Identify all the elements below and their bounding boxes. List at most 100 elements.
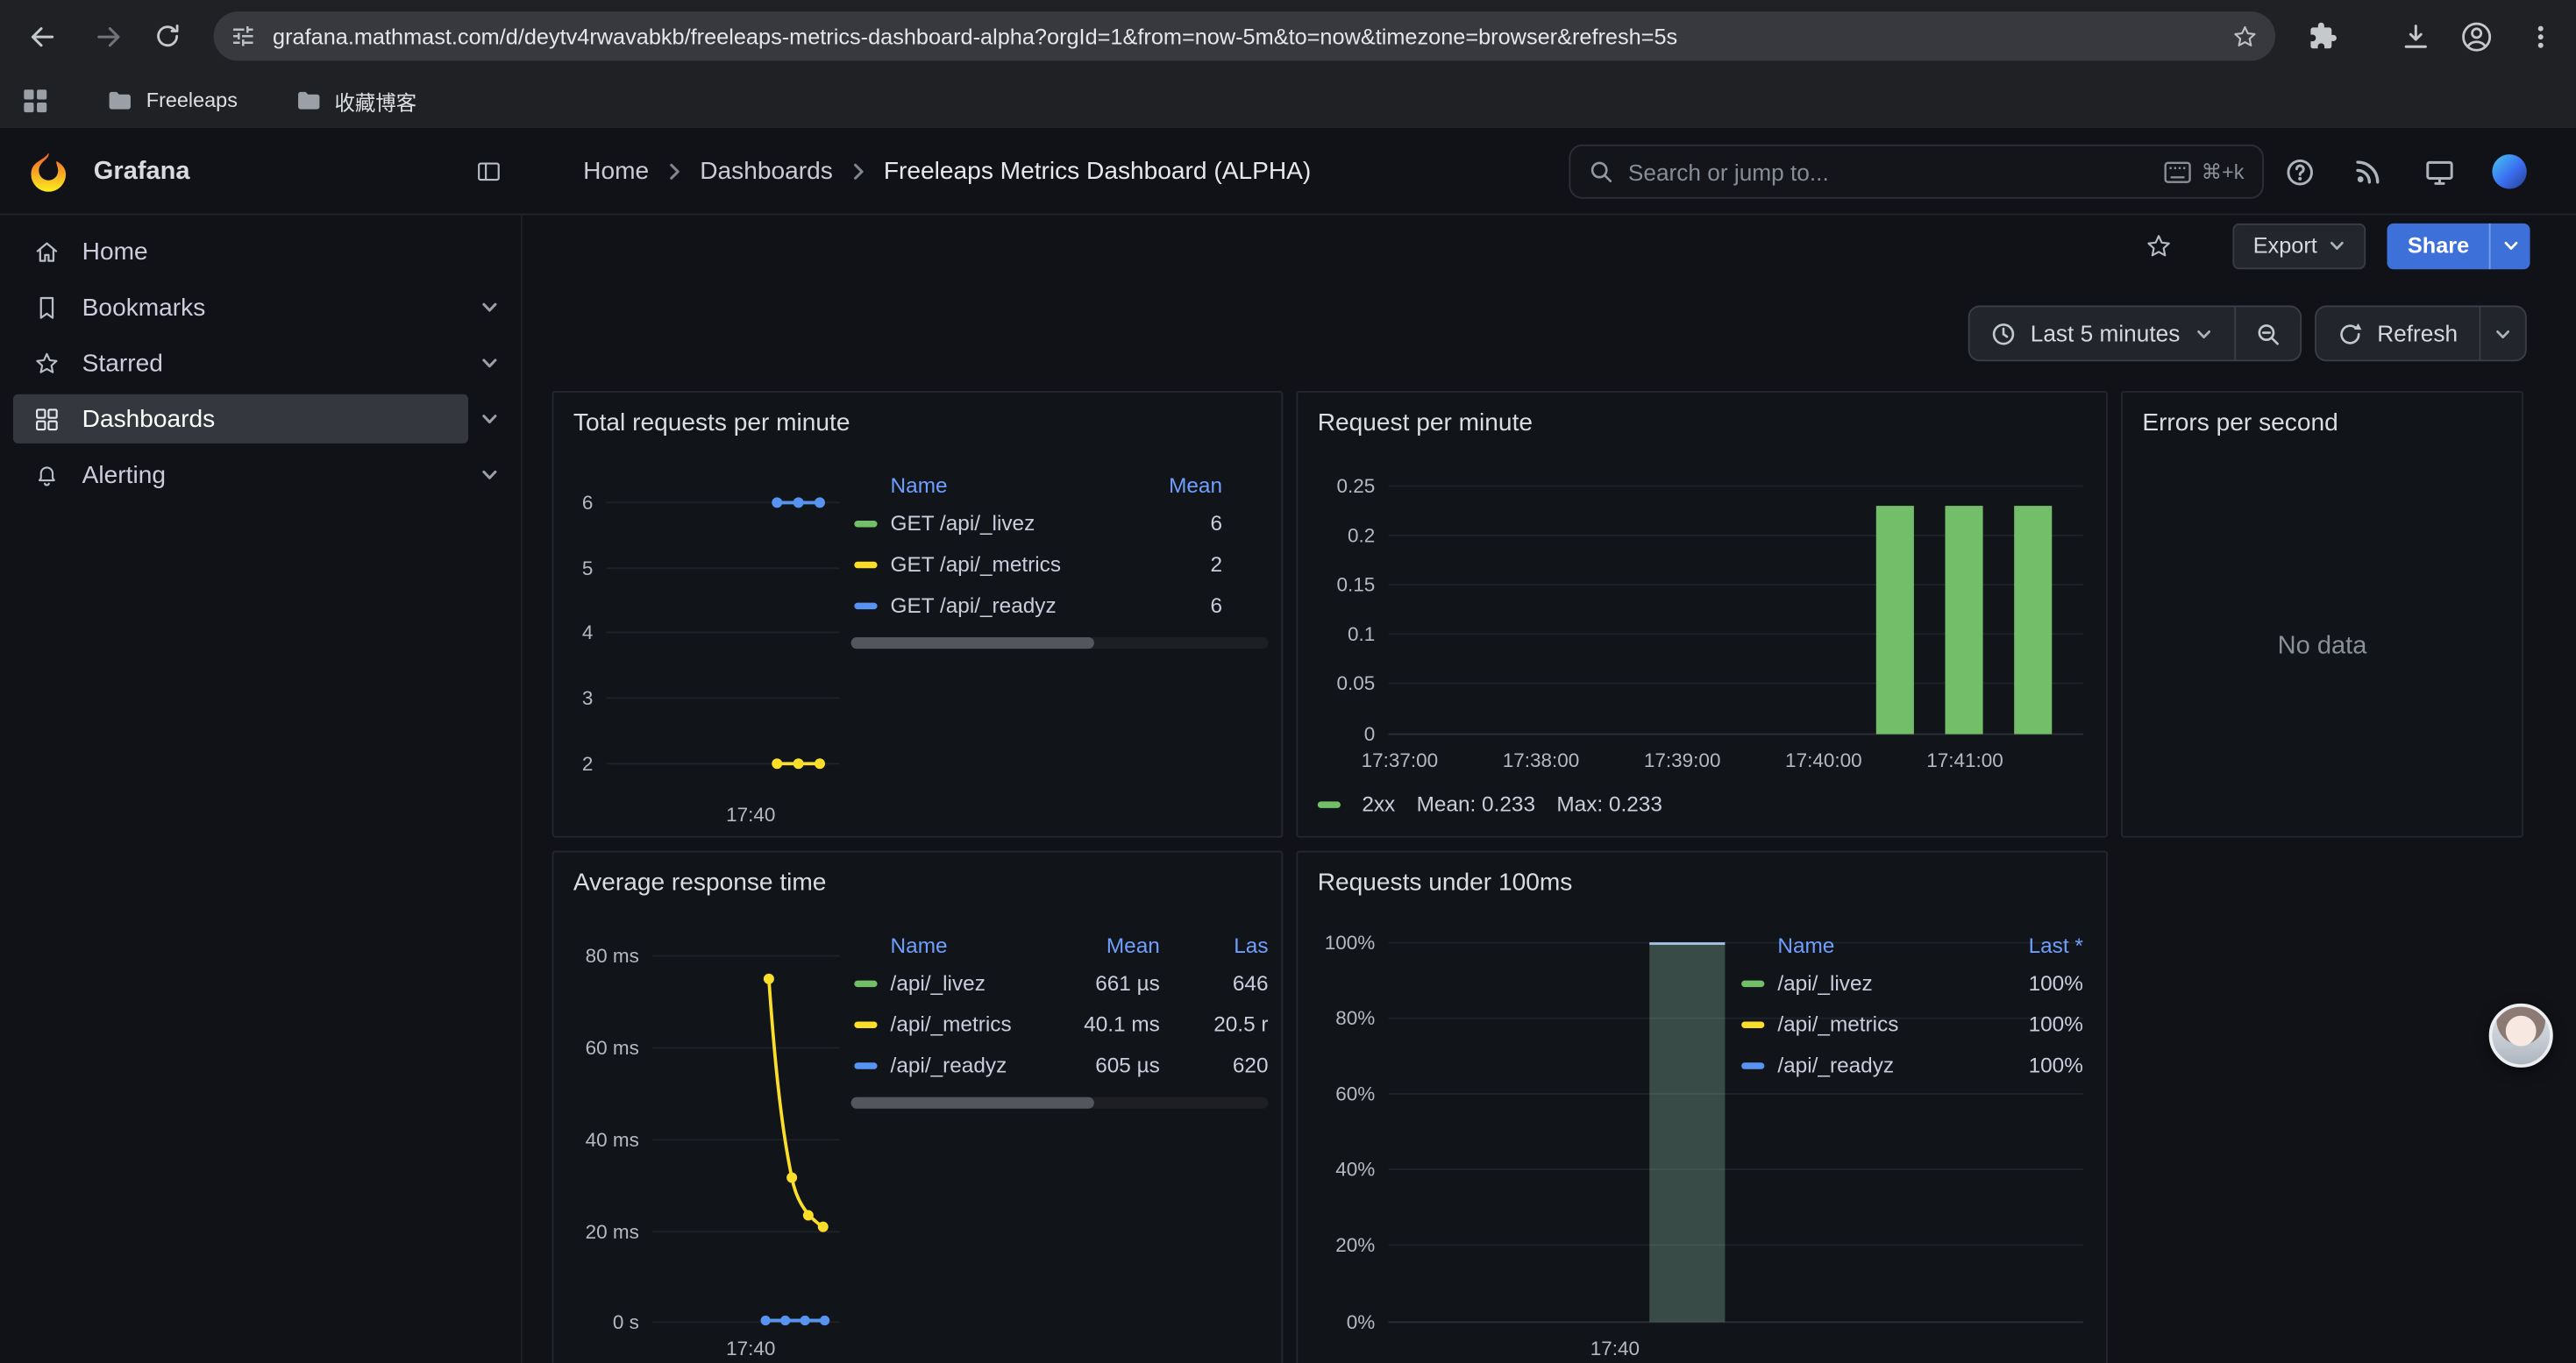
- chevron-right-icon: [664, 161, 685, 182]
- breadcrumb-home[interactable]: Home: [583, 158, 649, 186]
- panel-avg-response-time: Average response time 80 ms 60 ms 40 ms …: [552, 851, 1284, 1363]
- refresh-button[interactable]: Refresh: [2316, 307, 2480, 359]
- assistant-avatar[interactable]: [2489, 1004, 2553, 1068]
- refresh-group: Refresh: [2315, 306, 2527, 362]
- x-tick: 17:39:00: [1625, 749, 1740, 771]
- panel-title[interactable]: Request per minute: [1318, 409, 1533, 437]
- legend-scrollbar[interactable]: [851, 637, 1269, 649]
- share-label[interactable]: Share: [2387, 223, 2488, 268]
- time-range-button[interactable]: Last 5 minutes: [1969, 307, 2234, 359]
- legend-row[interactable]: /api/_metrics 40.1 ms 20.5 r: [851, 1004, 1269, 1045]
- legend-row[interactable]: /api/_livez 661 µs 646: [851, 962, 1269, 1004]
- share-button[interactable]: Share: [2387, 223, 2530, 268]
- bookmark-folder-blogs[interactable]: 收藏博客: [295, 84, 417, 116]
- sidebar-item-starred[interactable]: Starred: [13, 338, 468, 387]
- legend-row[interactable]: GET /api/_metrics 2: [851, 543, 1269, 585]
- grafana-header: Grafana Home Dashboards Freeleaps Metric…: [0, 128, 2576, 215]
- series-last: 20.5 r: [1160, 1012, 1269, 1036]
- search-input[interactable]: Search or jump to... ⌘+k: [1569, 145, 2264, 199]
- series-name: /api/_readyz: [1777, 1053, 1988, 1077]
- rss-icon[interactable]: [2354, 158, 2382, 186]
- series-name: GET /api/_metrics: [891, 552, 1131, 577]
- keyboard-icon: [2164, 160, 2192, 183]
- bookmark-folder-freeleaps[interactable]: Freeleaps: [107, 87, 238, 113]
- sidebar-item-label: Dashboards: [82, 405, 216, 433]
- legend-row[interactable]: /api/_readyz 605 µs 620: [851, 1045, 1269, 1086]
- legend-row[interactable]: /api/_metrics 100%: [1738, 1004, 2082, 1045]
- panel-title[interactable]: Requests under 100ms: [1318, 869, 1573, 897]
- legend-header-mean[interactable]: Mean: [1130, 472, 1222, 497]
- sidebar-item-label: Bookmarks: [82, 293, 206, 321]
- browser-reload-button[interactable]: [150, 18, 186, 54]
- line-chart[interactable]: [606, 485, 839, 797]
- sidebar-item-dashboards[interactable]: Dashboards: [13, 394, 468, 444]
- refresh-interval-chevron[interactable]: [2480, 307, 2525, 359]
- extensions-icon[interactable]: [2305, 18, 2341, 54]
- legend-row[interactable]: /api/_livez 100%: [1738, 962, 2082, 1004]
- panel-title[interactable]: Total requests per minute: [573, 409, 850, 437]
- series-name: /api/_livez: [1777, 970, 1988, 995]
- series-dash: [1318, 800, 1341, 806]
- series-last: 100%: [1988, 970, 2083, 995]
- chevron-down-icon[interactable]: [465, 338, 514, 387]
- browser-menu-icon[interactable]: [2522, 18, 2558, 54]
- sidebar-toggle-icon[interactable]: [475, 158, 503, 186]
- legend-row[interactable]: GET /api/_readyz 6: [851, 585, 1269, 626]
- scrollbar-thumb[interactable]: [851, 637, 1094, 649]
- sidebar-item-bookmarks[interactable]: Bookmarks: [13, 282, 468, 331]
- browser-forward-button[interactable]: [90, 18, 126, 54]
- chevron-down-icon[interactable]: [465, 282, 514, 331]
- share-menu-chevron-icon[interactable]: [2491, 223, 2530, 268]
- reload-icon: [153, 21, 182, 51]
- legend-header-last[interactable]: Last *: [1988, 932, 2083, 956]
- sidebar-item-home[interactable]: Home: [13, 227, 468, 276]
- profile-icon[interactable]: [2458, 18, 2494, 54]
- favorite-star-icon[interactable]: [2145, 231, 2174, 260]
- bookmark-star-icon[interactable]: [2231, 22, 2259, 50]
- sidebar: Home Bookmarks Starred Dashboards Alerti…: [0, 215, 523, 1363]
- series-dash: [854, 520, 877, 526]
- legend-header-last[interactable]: Las: [1160, 932, 1269, 956]
- breadcrumb-dashboards[interactable]: Dashboards: [700, 158, 833, 186]
- bookmark-label: 收藏博客: [334, 84, 416, 116]
- series-name[interactable]: 2xx: [1362, 792, 1395, 816]
- line-chart[interactable]: [652, 934, 840, 1348]
- y-tick: 20 ms: [553, 1220, 638, 1243]
- legend-header-name[interactable]: Name: [891, 932, 1062, 956]
- chevron-down-icon[interactable]: [465, 450, 514, 499]
- panel-title[interactable]: Errors per second: [2142, 409, 2338, 437]
- user-avatar[interactable]: [2492, 154, 2526, 188]
- y-tick: 40%: [1298, 1158, 1375, 1181]
- y-tick: 100%: [1298, 931, 1375, 954]
- site-settings-icon[interactable]: [230, 23, 256, 49]
- sidebar-item-alerting[interactable]: Alerting: [13, 450, 468, 499]
- series-dash: [854, 1021, 877, 1027]
- zoom-out-button[interactable]: [2236, 307, 2300, 359]
- address-bar[interactable]: grafana.mathmast.com/d/deytv4rwavabkb/fr…: [214, 11, 2276, 60]
- panel-title[interactable]: Average response time: [573, 869, 827, 897]
- series-dash: [854, 980, 877, 986]
- help-icon[interactable]: [2285, 158, 2315, 188]
- legend-row[interactable]: /api/_readyz 100%: [1738, 1045, 2082, 1086]
- search-placeholder: Search or jump to...: [1628, 159, 1829, 185]
- browser-back-button[interactable]: [23, 18, 59, 54]
- downloads-icon[interactable]: [2397, 18, 2433, 54]
- panel-requests-under-100ms: Requests under 100ms 100% 80% 60% 40% 20…: [1296, 851, 2108, 1363]
- y-tick: 6: [553, 491, 593, 514]
- export-button[interactable]: Export: [2233, 223, 2366, 268]
- chevron-down-icon[interactable]: [465, 394, 514, 444]
- legend-scrollbar[interactable]: [851, 1097, 1269, 1109]
- apps-grid-icon[interactable]: [21, 86, 49, 114]
- panel-request-per-minute: Request per minute 0.25 0.2 0.15 0.1 0.0…: [1296, 391, 2108, 838]
- legend-header-mean[interactable]: Mean: [1061, 932, 1159, 956]
- grafana-logo[interactable]: [26, 150, 71, 195]
- y-tick: 3: [553, 686, 593, 709]
- chevron-down-icon: [2329, 237, 2347, 255]
- legend-header-row: Name Last *: [1738, 926, 2082, 962]
- legend-header-name[interactable]: Name: [891, 472, 1131, 497]
- scrollbar-thumb[interactable]: [851, 1097, 1094, 1109]
- legend-row[interactable]: GET /api/_livez 6: [851, 502, 1269, 543]
- display-icon[interactable]: [2425, 158, 2455, 188]
- bar-chart[interactable]: [1388, 475, 2083, 755]
- legend-header-name[interactable]: Name: [1777, 932, 1988, 956]
